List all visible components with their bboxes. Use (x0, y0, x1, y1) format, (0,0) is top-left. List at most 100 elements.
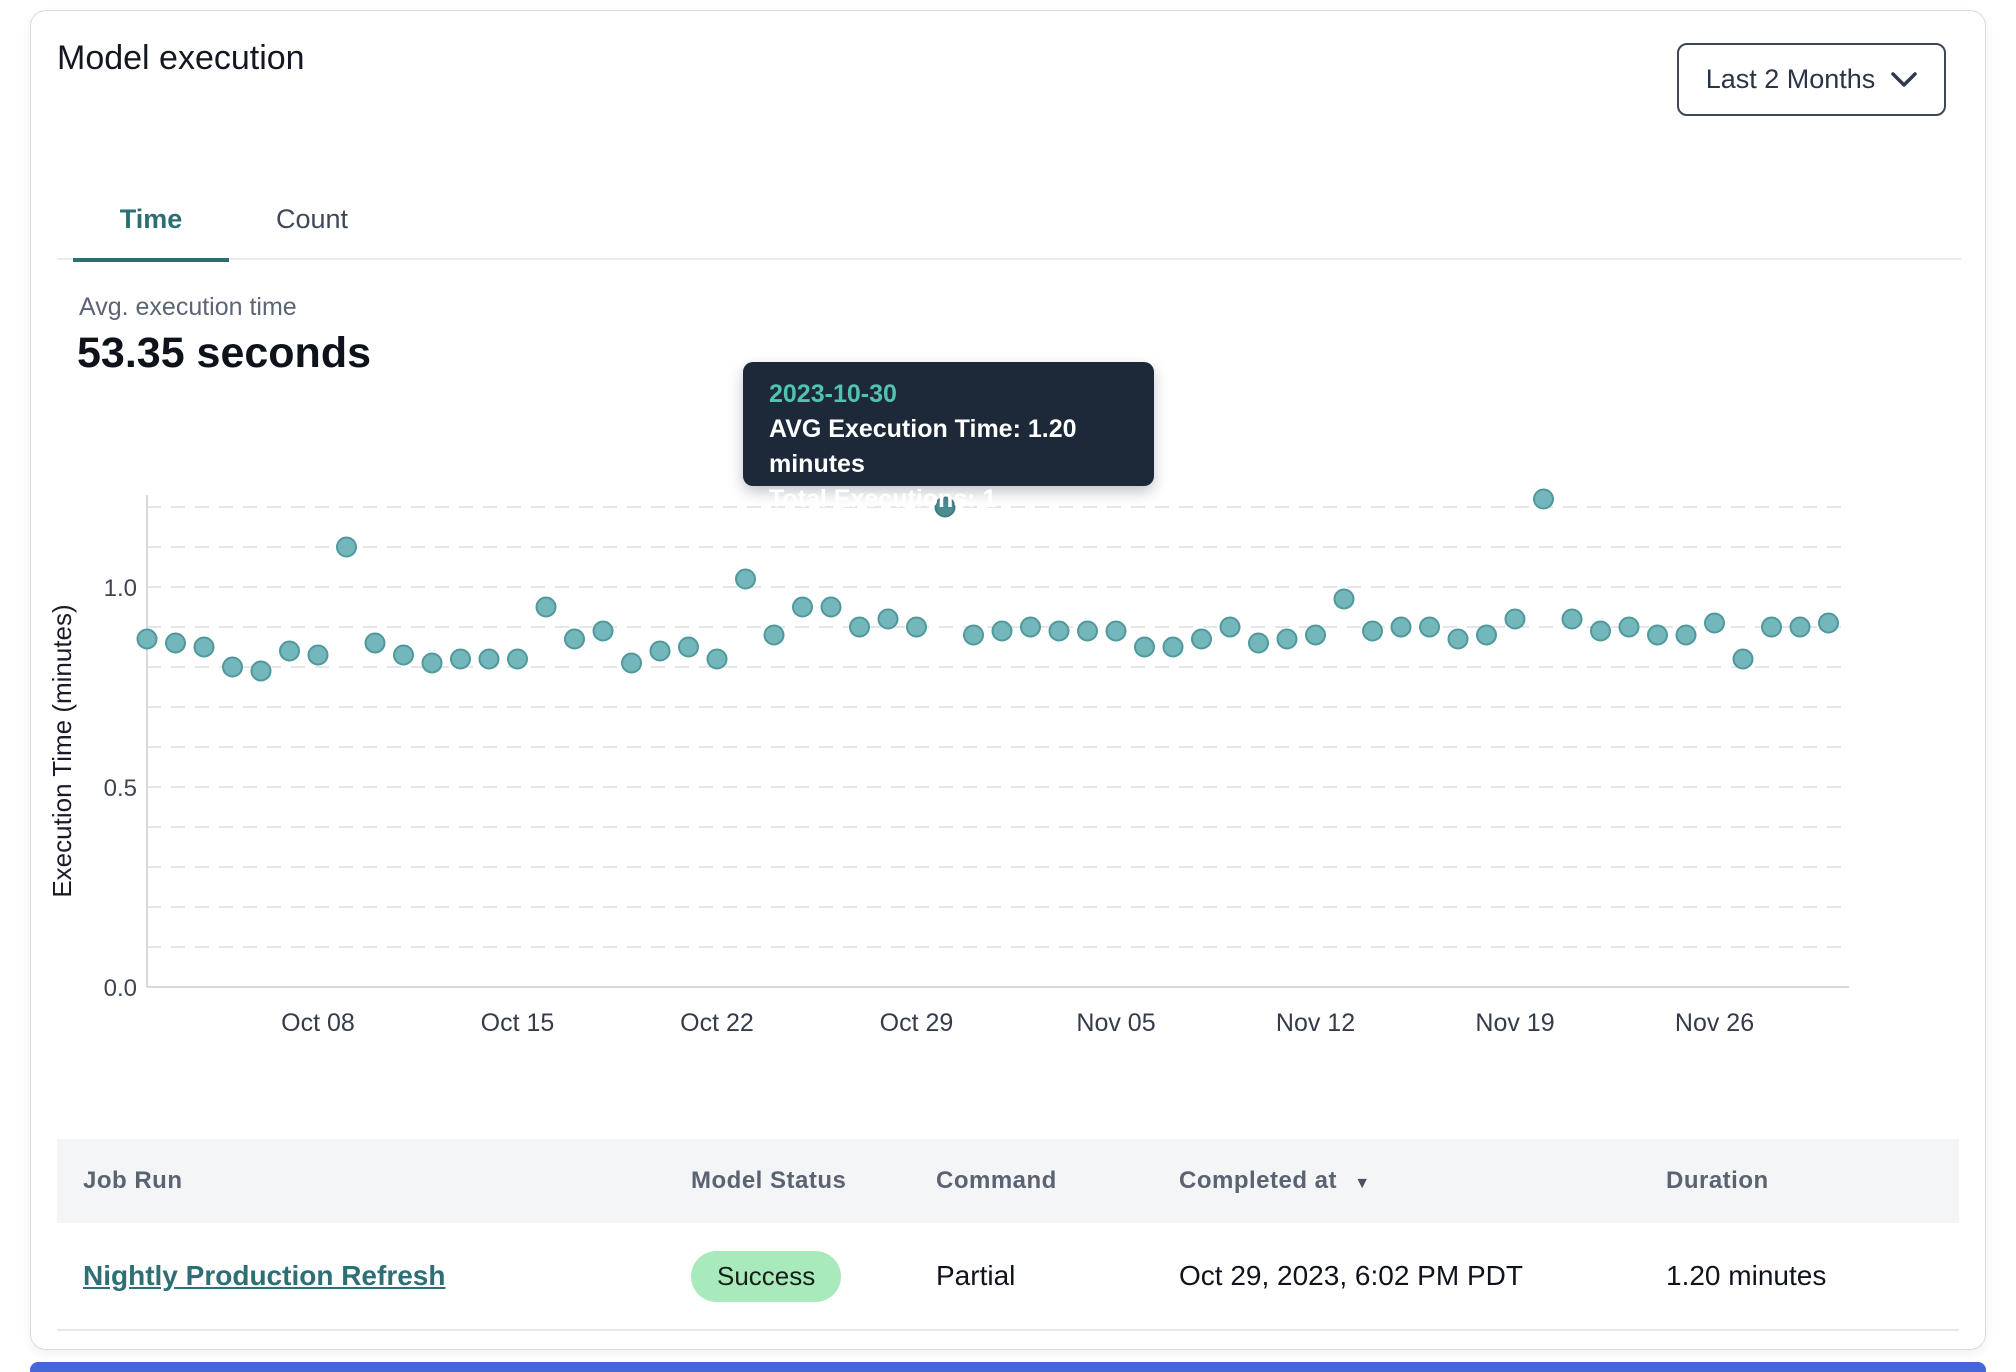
tooltip-avg-line: AVG Execution Time: 1.20 minutes (769, 412, 1128, 482)
data-point[interactable] (765, 626, 784, 645)
data-point[interactable] (1135, 638, 1154, 657)
data-point[interactable] (1249, 634, 1268, 653)
data-point[interactable] (1563, 610, 1582, 629)
tab-time[interactable]: Time (73, 181, 229, 262)
data-point[interactable] (1164, 638, 1183, 657)
data-point[interactable] (451, 650, 470, 669)
x-tick-label: Oct 15 (481, 1009, 555, 1037)
data-point[interactable] (1221, 618, 1240, 637)
data-point[interactable] (1335, 590, 1354, 609)
data-point[interactable] (480, 650, 499, 669)
data-point[interactable] (793, 598, 812, 617)
table-header-row: Job Run Model Status Command Completed a… (57, 1139, 1959, 1223)
data-point[interactable] (822, 598, 841, 617)
y-tick-label: 1.0 (104, 575, 137, 602)
date-range-label: Last 2 Months (1706, 64, 1876, 95)
data-point[interactable] (166, 634, 185, 653)
page-title: Model execution (57, 39, 305, 78)
data-point[interactable] (1591, 622, 1610, 641)
data-point[interactable] (651, 642, 670, 661)
x-tick-label: Oct 08 (281, 1009, 355, 1037)
data-point[interactable] (1620, 618, 1639, 637)
status-badge: Success (691, 1251, 841, 1302)
data-point[interactable] (1306, 626, 1325, 645)
chart-tabs: Time Count (57, 181, 1961, 260)
table-row: Nightly Production Refresh Success Parti… (57, 1223, 1959, 1331)
data-point[interactable] (366, 634, 385, 653)
data-point[interactable] (1506, 610, 1525, 629)
col-duration[interactable]: Duration (1666, 1167, 1959, 1195)
data-point[interactable] (1107, 622, 1126, 641)
col-completed-at-label: Completed at (1179, 1167, 1337, 1194)
data-point[interactable] (622, 654, 641, 673)
data-point[interactable] (280, 642, 299, 661)
x-tick-label: Nov 05 (1076, 1009, 1155, 1037)
data-point[interactable] (1363, 622, 1382, 641)
data-point[interactable] (1021, 618, 1040, 637)
date-range-dropdown[interactable]: Last 2 Months (1677, 43, 1946, 116)
data-point[interactable] (708, 650, 727, 669)
data-point[interactable] (508, 650, 527, 669)
data-point[interactable] (195, 638, 214, 657)
command-cell: Partial (936, 1260, 1179, 1292)
data-point[interactable] (1534, 490, 1553, 509)
data-point[interactable] (223, 658, 242, 677)
data-point[interactable] (138, 630, 157, 649)
data-point[interactable] (679, 638, 698, 657)
avg-execution-time-label: Avg. execution time (79, 293, 297, 322)
data-point[interactable] (1278, 630, 1297, 649)
data-point[interactable] (1677, 626, 1696, 645)
data-point[interactable] (423, 654, 442, 673)
data-point[interactable] (394, 646, 413, 665)
x-tick-label: Oct 29 (880, 1009, 954, 1037)
data-point[interactable] (964, 626, 983, 645)
data-point[interactable] (337, 538, 356, 557)
data-point[interactable] (1819, 614, 1838, 633)
data-point[interactable] (1392, 618, 1411, 637)
job-run-link[interactable]: Nightly Production Refresh (83, 1260, 445, 1291)
data-point[interactable] (993, 622, 1012, 641)
data-point[interactable] (907, 618, 926, 637)
execution-time-chart: 0.00.51.0Oct 08Oct 15Oct 22Oct 29Nov 05N… (31, 461, 1987, 1081)
data-point[interactable] (1192, 630, 1211, 649)
tab-count[interactable]: Count (229, 181, 395, 258)
avg-execution-time-value: 53.35 seconds (77, 329, 371, 378)
data-point[interactable] (537, 598, 556, 617)
data-point[interactable] (1791, 618, 1810, 637)
data-point[interactable] (1648, 626, 1667, 645)
data-point[interactable] (879, 610, 898, 629)
data-point[interactable] (1449, 630, 1468, 649)
data-point[interactable] (252, 662, 271, 681)
data-point[interactable] (1734, 650, 1753, 669)
data-point[interactable] (309, 646, 328, 665)
job-runs-table: Job Run Model Status Command Completed a… (57, 1139, 1959, 1331)
data-point[interactable] (1477, 626, 1496, 645)
x-tick-label: Nov 19 (1475, 1009, 1554, 1037)
chart-tooltip: 2023-10-30 AVG Execution Time: 1.20 minu… (743, 362, 1154, 486)
col-completed-at[interactable]: Completed at ▼ (1179, 1167, 1666, 1195)
col-command[interactable]: Command (936, 1167, 1179, 1195)
sort-desc-icon: ▼ (1354, 1175, 1370, 1192)
x-tick-label: Nov 26 (1675, 1009, 1754, 1037)
scatter-chart[interactable]: 0.00.51.0Oct 08Oct 15Oct 22Oct 29Nov 05N… (31, 461, 1987, 1081)
data-point[interactable] (1762, 618, 1781, 637)
data-point[interactable] (1420, 618, 1439, 637)
data-point[interactable] (565, 630, 584, 649)
col-job-run[interactable]: Job Run (57, 1167, 691, 1195)
data-point[interactable] (594, 622, 613, 641)
tooltip-date: 2023-10-30 (769, 376, 1128, 412)
x-tick-label: Nov 12 (1276, 1009, 1355, 1037)
data-point[interactable] (1050, 622, 1069, 641)
data-point[interactable] (1705, 614, 1724, 633)
tooltip-total-line: Total Executions: 1 (769, 482, 1128, 517)
y-axis-title: Execution Time (minutes) (47, 604, 77, 897)
tab-count-label: Count (276, 204, 348, 235)
bottom-accent-bar (30, 1362, 1986, 1372)
y-tick-label: 0.0 (104, 975, 137, 1002)
data-point[interactable] (736, 570, 755, 589)
data-point[interactable] (850, 618, 869, 637)
x-tick-label: Oct 22 (680, 1009, 754, 1037)
completed-at-cell: Oct 29, 2023, 6:02 PM PDT (1179, 1260, 1666, 1292)
col-model-status[interactable]: Model Status (691, 1167, 936, 1195)
data-point[interactable] (1078, 622, 1097, 641)
